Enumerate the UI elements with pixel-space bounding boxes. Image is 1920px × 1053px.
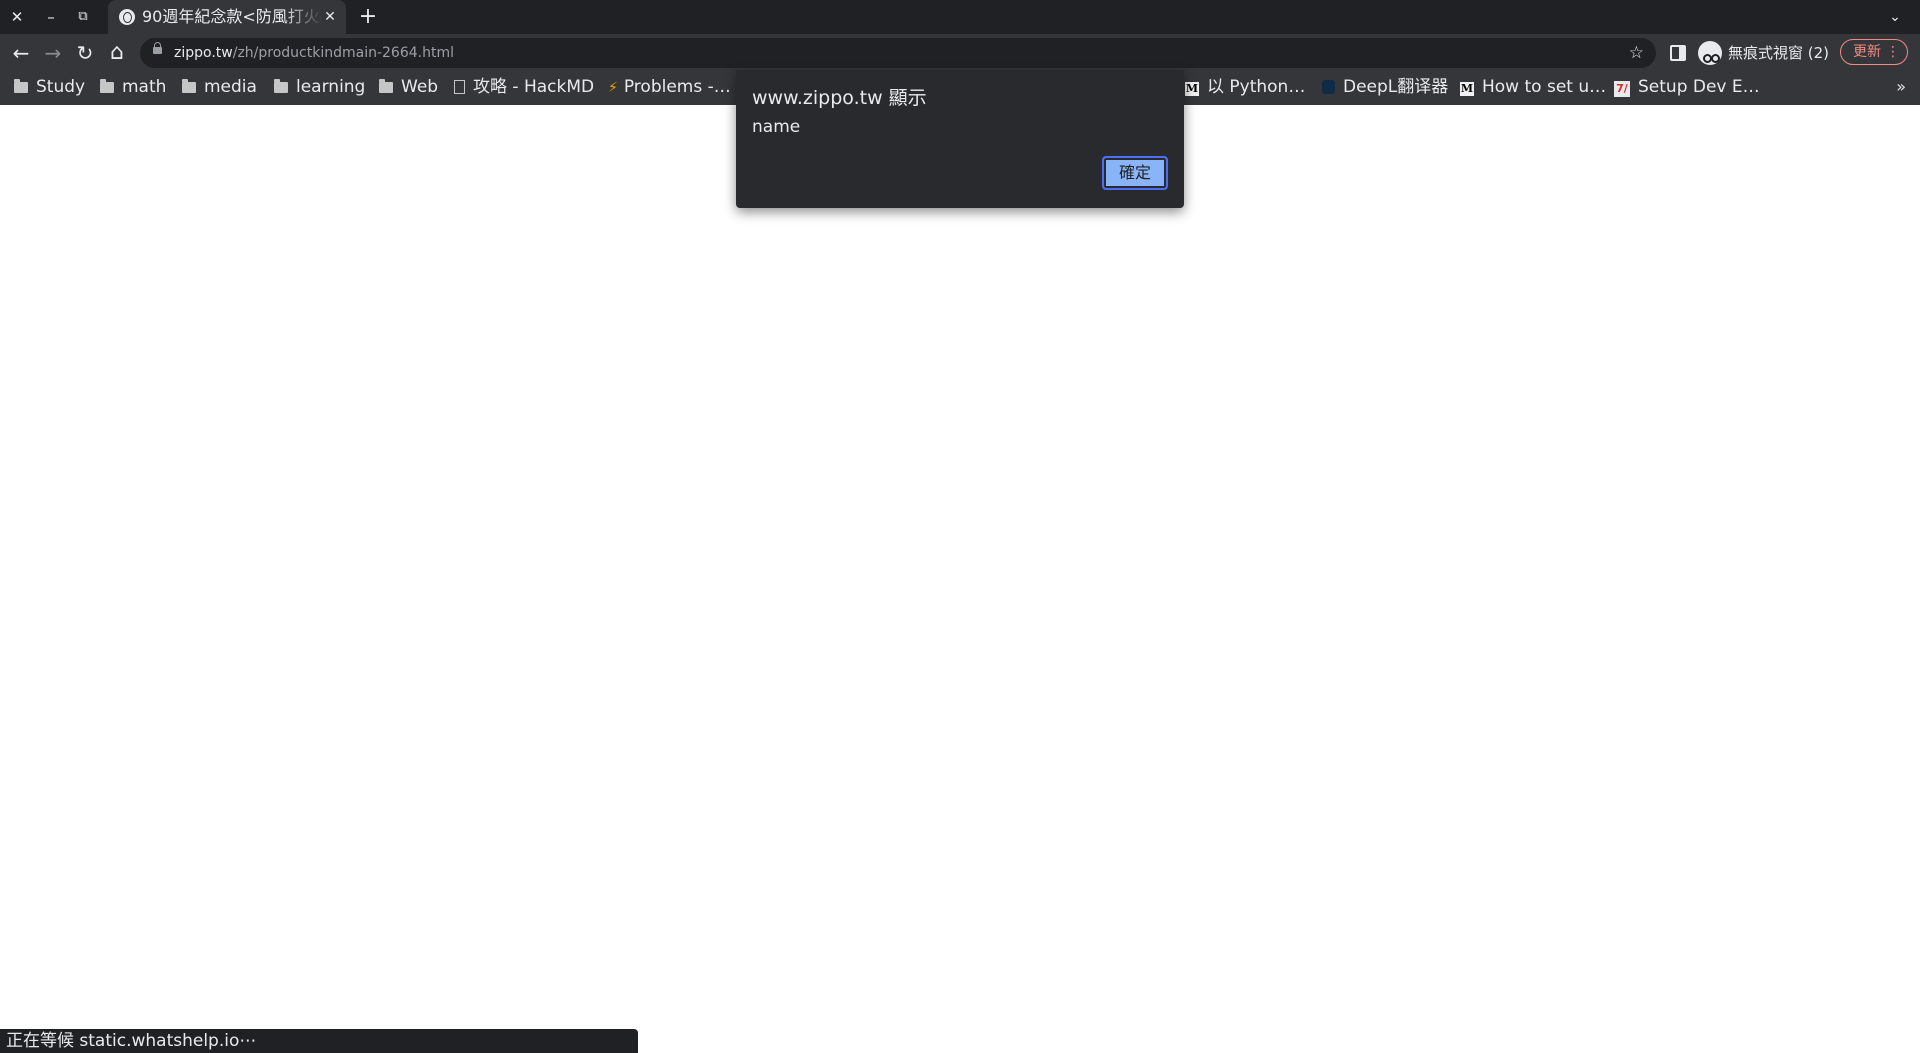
bookmark-folder-study[interactable]: Study <box>14 75 85 99</box>
bookmark-label: Study <box>36 77 86 97</box>
bookmark-label: Web <box>401 77 439 97</box>
side-panel-icon[interactable] <box>1670 45 1686 61</box>
alert-dialog: www.zippo.tw 顯示 name 確定 <box>736 70 1184 208</box>
bookmark-folder-web[interactable]: Web <box>379 75 438 99</box>
tab-strip: ✕ – ⧉ 90週年紀念款<防風打火機> ✕ + ⌄ <box>0 0 1920 34</box>
update-label: 更新 <box>1853 44 1881 60</box>
url-host: zippo.tw <box>174 45 233 61</box>
tab-title-fade <box>283 7 323 27</box>
bookmark-label: Problems -… <box>623 77 731 97</box>
bookmark-label: DeepL翻译器 <box>1343 77 1449 97</box>
new-tab-button[interactable]: + <box>356 5 380 29</box>
menu-dots-icon: ⋮ <box>1886 44 1900 60</box>
bookmarks-overflow-icon[interactable]: » <box>1896 75 1906 99</box>
incognito-label[interactable]: 無痕式視窗 (2) <box>1728 43 1829 63</box>
bookmark-folder-math[interactable]: math <box>100 75 166 99</box>
seven-icon: 7/ <box>1614 81 1630 97</box>
leetcode-icon: ⚡ <box>608 80 618 96</box>
medium-icon: M <box>1460 82 1474 96</box>
address-bar[interactable]: zippo.tw/zh/productkindmain-2664.html ☆ <box>140 38 1656 68</box>
bookmark-problems[interactable]: ⚡ Problems -… <box>608 75 731 99</box>
bookmark-setup-dev[interactable]: 7/Setup Dev E… <box>1614 75 1760 99</box>
update-button[interactable]: 更新 ⋮ <box>1840 39 1908 65</box>
tab-close-icon[interactable]: ✕ <box>320 7 340 27</box>
bookmark-label: 攻略 - HackMD <box>473 77 595 97</box>
dialog-message: name <box>752 117 801 137</box>
deepl-icon <box>1322 80 1335 94</box>
back-button[interactable]: ← <box>8 40 34 66</box>
dialog-title: www.zippo.tw 顯示 <box>752 87 927 109</box>
bookmark-label: How to set u… <box>1482 77 1607 97</box>
folder-icon <box>14 79 28 93</box>
bookmark-label: 以 Python… <box>1207 77 1306 97</box>
bookmark-folder-media[interactable]: media <box>182 75 257 99</box>
status-bubble: 正在等候 static.whatshelp.io⋯ <box>0 1029 638 1053</box>
window-close-icon[interactable]: ✕ <box>6 6 28 28</box>
bookmark-label: Setup Dev E… <box>1638 77 1760 97</box>
url-text[interactable]: zippo.tw/zh/productkindmain-2664.html <box>174 44 454 62</box>
bookmark-label: media <box>204 77 257 97</box>
tab-active[interactable]: 90週年紀念款<防風打火機> ✕ <box>108 0 346 34</box>
url-path: /zh/productkindmain-2664.html <box>232 45 454 61</box>
bookmark-label: math <box>122 77 167 97</box>
bookmark-hackmd[interactable]: 攻略 - HackMD <box>454 75 594 99</box>
medium-icon: M <box>1185 82 1199 96</box>
bookmark-folder-learning[interactable]: learning <box>274 75 365 99</box>
globe-icon <box>119 9 135 25</box>
incognito-icon[interactable] <box>1698 41 1722 65</box>
folder-icon <box>100 79 114 93</box>
status-text: 正在等候 static.whatshelp.io⋯ <box>6 1031 257 1051</box>
ok-button[interactable]: 確定 <box>1102 156 1168 190</box>
bookmark-deepl[interactable]: DeepL翻译器 <box>1322 75 1448 99</box>
reload-button[interactable]: ↻ <box>72 40 98 66</box>
home-button[interactable]: ⌂ <box>104 40 130 66</box>
folder-icon <box>274 79 288 93</box>
bookmark-how-to-set[interactable]: M How to set u… <box>1460 75 1606 99</box>
bookmark-label: learning <box>296 77 366 97</box>
window-minimize-icon[interactable]: – <box>40 6 62 28</box>
bookmark-python-medium[interactable]: M 以 Python… <box>1185 75 1305 99</box>
document-icon <box>454 80 465 94</box>
window-restore-icon[interactable]: ⧉ <box>72 6 94 28</box>
folder-icon <box>182 79 196 93</box>
tab-search-chevron-icon[interactable]: ⌄ <box>1884 6 1906 28</box>
lock-icon[interactable] <box>153 42 162 54</box>
forward-button[interactable]: → <box>40 40 66 66</box>
bookmark-star-icon[interactable]: ☆ <box>1629 42 1644 64</box>
folder-icon <box>379 79 393 93</box>
